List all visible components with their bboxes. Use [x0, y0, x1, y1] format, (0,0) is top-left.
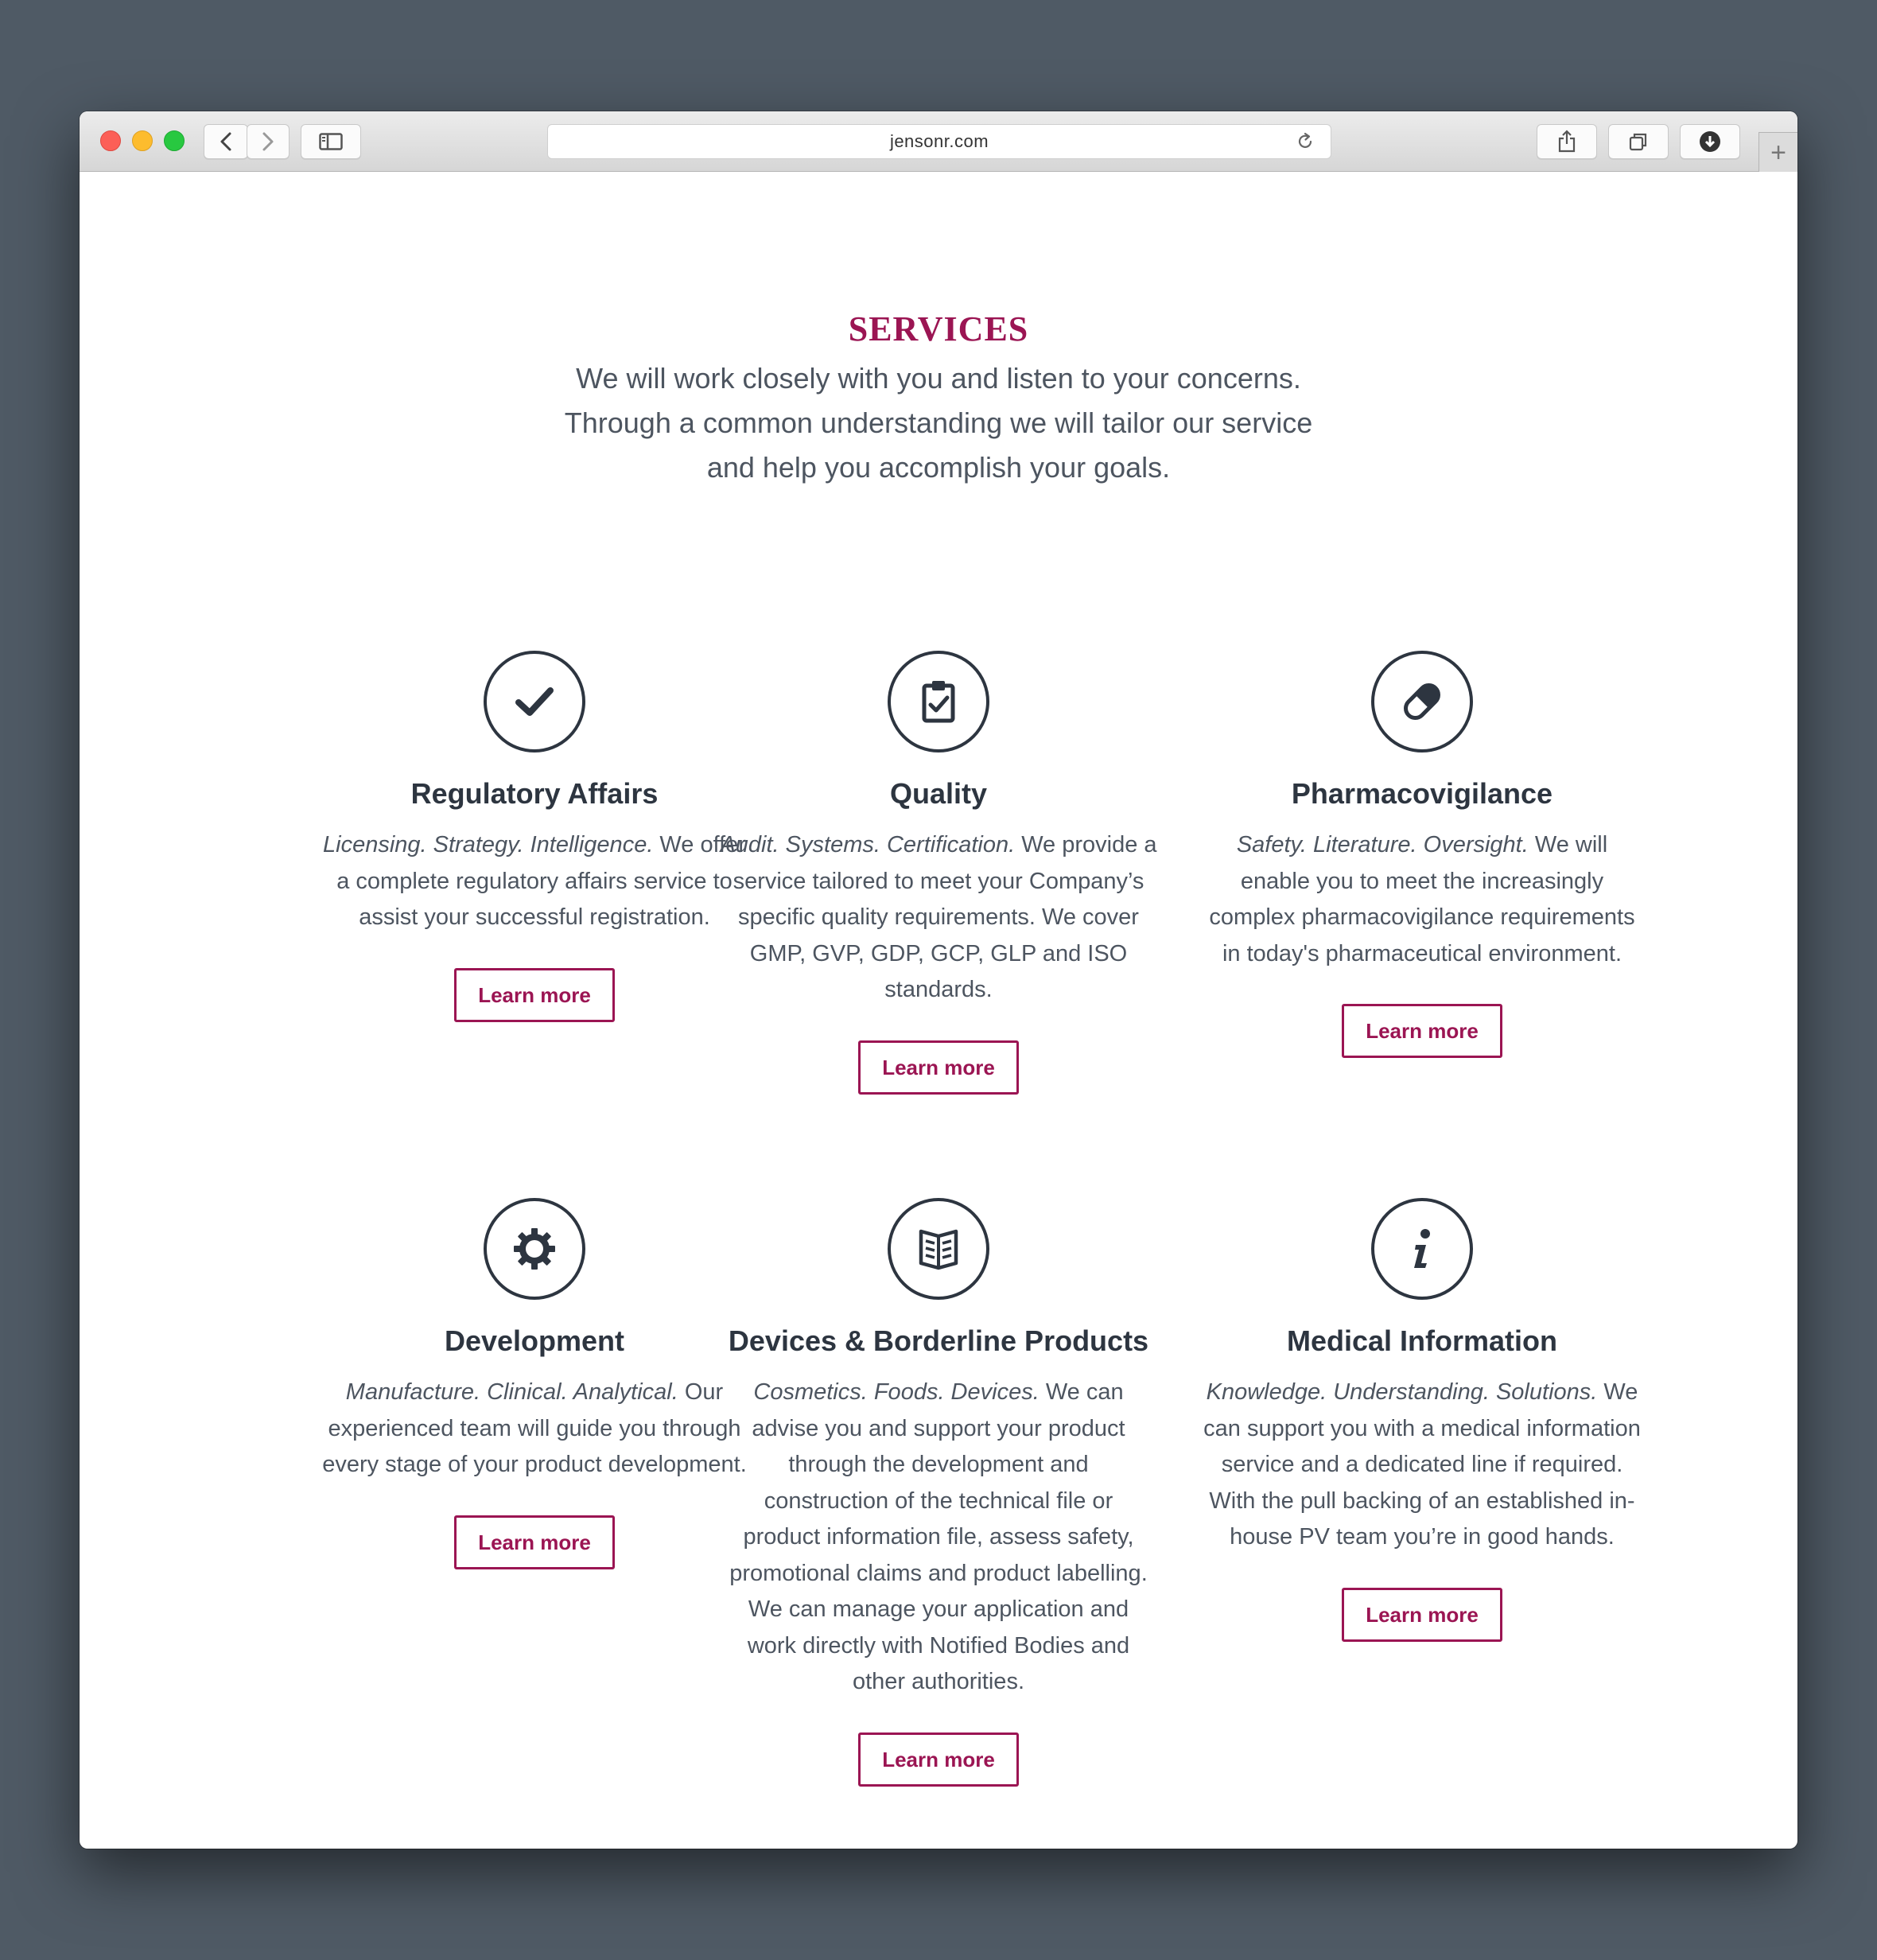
downloads-button[interactable] — [1680, 124, 1740, 159]
service-title: Regulatory Affairs — [410, 777, 659, 810]
service-tagline: Cosmetics. Foods. Devices. — [753, 1379, 1040, 1405]
service-card-regulatory-affairs: Regulatory Affairs Licensing. Strategy. … — [312, 651, 757, 1022]
service-card-pharmacovigilance: Pharmacovigilance Safety. Literature. Ov… — [1199, 651, 1645, 1058]
clipboard-check-icon — [888, 651, 989, 752]
chevron-right-icon — [262, 132, 274, 151]
service-card-quality: Quality Audit. Systems. Certification. W… — [716, 651, 1161, 1095]
check-icon — [484, 651, 585, 752]
learn-more-button[interactable]: Learn more — [858, 1732, 1019, 1787]
service-title: Development — [444, 1324, 625, 1357]
service-title: Pharmacovigilance — [1291, 777, 1553, 810]
service-title: Quality — [889, 777, 988, 810]
service-description: Audit. Systems. Certification. We provid… — [716, 827, 1161, 1009]
page-content: SERVICES We will work closely with you a… — [80, 172, 1797, 1849]
learn-more-button[interactable]: Learn more — [454, 967, 615, 1022]
service-description: Cosmetics. Foods. Devices. We can advise… — [724, 1375, 1153, 1701]
browser-toolbar: jensonr.com + — [80, 111, 1797, 172]
forward-button[interactable] — [247, 124, 290, 159]
browser-window: jensonr.com + SERVICES We will work clos… — [80, 111, 1797, 1849]
zoom-window-button[interactable] — [164, 130, 185, 151]
pill-icon — [1371, 651, 1473, 752]
tabs-overview-button[interactable] — [1608, 124, 1669, 159]
service-card-development: Development Manufacture. Clinical. Analy… — [312, 1198, 757, 1569]
minimize-window-button[interactable] — [132, 130, 153, 151]
page-title: SERVICES — [848, 309, 1029, 348]
address-bar[interactable]: jensonr.com — [547, 124, 1331, 159]
service-tagline: Knowledge. Understanding. Solutions. — [1206, 1379, 1598, 1405]
url-text: jensonr.com — [889, 131, 989, 151]
service-description: Manufacture. Clinical. Analytical. Our e… — [316, 1375, 753, 1484]
service-description: Licensing. Strategy. Intelligence. We of… — [315, 827, 754, 936]
service-card-devices-borderline: Devices & Borderline Products Cosmetics.… — [716, 1198, 1161, 1787]
intro-text: We will work closely with you and listen… — [564, 362, 1313, 484]
service-tagline: Safety. Literature. Oversight. — [1236, 832, 1529, 858]
service-title: Medical Information — [1286, 1324, 1558, 1357]
learn-more-button[interactable]: Learn more — [1342, 1004, 1502, 1058]
service-text: We can support you with a medical inform… — [1203, 1379, 1641, 1550]
tabs-icon — [1629, 133, 1647, 151]
new-tab-button[interactable]: + — [1758, 132, 1797, 172]
close-window-button[interactable] — [100, 130, 121, 151]
service-text: We provide a service tailored to meet yo… — [733, 832, 1157, 1002]
book-icon — [888, 1198, 989, 1300]
info-icon — [1371, 1198, 1473, 1300]
service-description: Safety. Literature. Oversight. We will e… — [1207, 827, 1637, 972]
gear-icon — [484, 1198, 585, 1300]
learn-more-button[interactable]: Learn more — [858, 1040, 1019, 1095]
sidebar-toggle-button[interactable] — [301, 124, 361, 159]
download-icon — [1700, 131, 1720, 152]
service-tagline: Audit. Systems. Certification. — [720, 832, 1016, 858]
chevron-left-icon — [220, 132, 231, 151]
learn-more-button[interactable]: Learn more — [1342, 1587, 1502, 1642]
service-card-medical-information: Medical Information Knowledge. Understan… — [1199, 1198, 1645, 1642]
reload-icon[interactable] — [1296, 132, 1315, 151]
service-text: We can advise you and support your produ… — [729, 1379, 1148, 1694]
share-icon — [1558, 130, 1576, 153]
service-title: Devices & Borderline Products — [728, 1324, 1149, 1357]
service-tagline: Licensing. Strategy. Intelligence. — [323, 832, 654, 858]
service-tagline: Manufacture. Clinical. Analytical. — [345, 1379, 678, 1405]
learn-more-button[interactable]: Learn more — [454, 1515, 615, 1569]
share-button[interactable] — [1537, 124, 1597, 159]
service-description: Knowledge. Understanding. Solutions. We … — [1199, 1375, 1645, 1556]
sidebar-icon — [319, 133, 343, 150]
back-button[interactable] — [204, 124, 248, 159]
